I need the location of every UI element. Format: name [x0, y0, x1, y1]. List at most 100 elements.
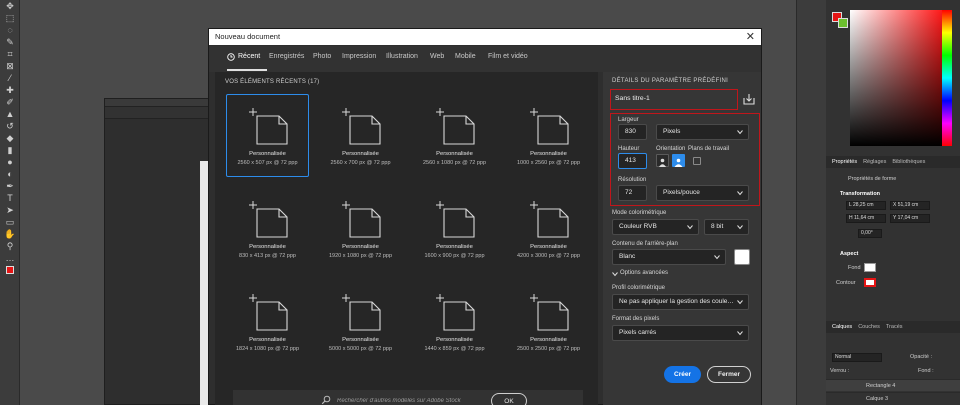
resolution-input[interactable]: 72: [618, 185, 647, 201]
path-select-tool-icon[interactable]: ➤: [0, 204, 20, 216]
bit-depth-select[interactable]: 8 bit: [704, 219, 749, 235]
close-icon[interactable]: ✕: [746, 30, 755, 44]
background-swatch[interactable]: [838, 18, 848, 28]
frame-tool-icon[interactable]: ⊠: [0, 60, 20, 72]
document-icon: [249, 294, 288, 331]
stroke-swatch[interactable]: [864, 278, 876, 287]
quick-select-tool-icon[interactable]: ✎: [0, 36, 20, 48]
color-mode-label: Mode colorimétrique: [612, 210, 667, 216]
x-field[interactable]: X 51,19 cm: [890, 201, 930, 210]
landscape-orientation-button[interactable]: [672, 154, 685, 167]
angle-field[interactable]: 0,00°: [858, 229, 882, 238]
resolution-unit-select[interactable]: Pixels/pouce: [656, 185, 749, 201]
stamp-tool-icon[interactable]: ▲: [0, 108, 20, 120]
document-icon: [249, 201, 288, 238]
chevron-down-icon[interactable]: [612, 271, 618, 277]
color-picker-field[interactable]: [850, 10, 952, 146]
tab-photo[interactable]: Photo: [313, 53, 331, 60]
preset-card[interactable]: Personnalisée 5000 x 5000 px @ 72 ppp: [319, 280, 402, 363]
tab-recent[interactable]: Récent: [238, 53, 260, 60]
color-swatches-icon[interactable]: [0, 264, 20, 276]
history-brush-tool-icon[interactable]: ↺: [0, 120, 20, 132]
color-profile-label: Profil colorimétrique: [612, 285, 666, 291]
tab-saved[interactable]: Enregistrés: [269, 53, 304, 60]
preset-card[interactable]: Personnalisée 1824 x 1080 px @ 72 ppp: [226, 280, 309, 363]
y-field[interactable]: Y 17,04 cm: [890, 214, 930, 223]
preset-card[interactable]: Personnalisée 2500 x 2500 px @ 72 ppp: [507, 280, 590, 363]
marquee-tool-icon[interactable]: ⬚: [0, 12, 20, 24]
move-tool-icon[interactable]: ✥: [0, 0, 20, 12]
hand-tool-icon[interactable]: ✋: [0, 228, 20, 240]
crop-tool-icon[interactable]: ⌗: [0, 48, 20, 60]
tab-channels[interactable]: Couches: [858, 321, 880, 333]
stock-search-input[interactable]: [337, 396, 477, 405]
color-profile-select[interactable]: Ne pas appliquer la gestion des coule…: [612, 294, 749, 310]
create-button[interactable]: Créer: [664, 366, 701, 383]
advanced-options-toggle[interactable]: Options avancées: [620, 270, 668, 276]
preset-card[interactable]: Personnalisée 2560 x 507 px @ 72 ppp: [226, 94, 309, 177]
width-field[interactable]: L 28,25 cm: [846, 201, 886, 210]
type-tool-icon[interactable]: T: [0, 192, 20, 204]
background-content-select[interactable]: Blanc: [612, 249, 726, 265]
chevron-down-icon: [737, 225, 743, 230]
save-preset-icon[interactable]: [743, 93, 755, 105]
portrait-orientation-button[interactable]: [656, 154, 669, 167]
tab-illustration[interactable]: Illustration: [386, 53, 418, 60]
preset-card[interactable]: Personnalisée 2560 x 700 px @ 72 ppp: [319, 94, 402, 177]
preset-card[interactable]: Personnalisée 2560 x 1080 px @ 72 ppp: [413, 94, 496, 177]
color-mode-select[interactable]: Couleur RVB: [612, 219, 699, 235]
tab-libraries[interactable]: Bibliothèques: [892, 156, 925, 168]
clock-icon: [227, 53, 235, 61]
height-input[interactable]: 413: [618, 153, 647, 169]
preset-card[interactable]: Personnalisée 830 x 413 px @ 72 ppp: [226, 187, 309, 270]
layer-row[interactable]: Calque 3: [826, 392, 960, 404]
tab-web[interactable]: Web: [430, 53, 444, 60]
fill-swatch[interactable]: [864, 263, 876, 272]
width-unit-select[interactable]: Pixels: [656, 124, 749, 140]
ok-button[interactable]: OK: [491, 393, 527, 405]
height-field[interactable]: H 11,64 cm: [846, 214, 886, 223]
pixel-format-select[interactable]: Pixels carrés: [612, 325, 749, 341]
tab-adjustments[interactable]: Réglages: [863, 156, 886, 168]
preset-size: 2560 x 700 px @ 72 ppp: [330, 160, 391, 166]
preset-card[interactable]: Personnalisée 1440 x 859 px @ 72 ppp: [413, 280, 496, 363]
brush-tool-icon[interactable]: ✐: [0, 96, 20, 108]
tab-paths[interactable]: Tracés: [886, 321, 903, 333]
document-name-field[interactable]: Sans titre-1: [615, 95, 650, 102]
dodge-tool-icon[interactable]: ◐: [0, 168, 20, 180]
chevron-down-icon: [737, 300, 743, 305]
more-tools-icon[interactable]: …: [0, 252, 20, 264]
tab-layers[interactable]: Calques: [832, 321, 852, 333]
opacity-label: Opacité :: [910, 354, 933, 360]
preset-card[interactable]: Personnalisée 1000 x 2560 px @ 72 ppp: [507, 94, 590, 177]
close-button[interactable]: Fermer: [707, 366, 751, 383]
hue-slider[interactable]: [942, 10, 952, 146]
shape-tool-icon[interactable]: ▭: [0, 216, 20, 228]
healing-tool-icon[interactable]: ✚: [0, 84, 20, 96]
preset-card[interactable]: Personnalisée 4200 x 3000 px @ 72 ppp: [507, 187, 590, 270]
preset-size: 1440 x 859 px @ 72 ppp: [424, 346, 485, 352]
artboards-checkbox[interactable]: [693, 157, 701, 165]
blend-mode-select[interactable]: Normal: [832, 353, 882, 362]
document-icon: [342, 108, 381, 145]
width-input[interactable]: 830: [618, 124, 647, 140]
preset-card[interactable]: Personnalisée 1600 x 900 px @ 72 ppp: [413, 187, 496, 270]
gradient-tool-icon[interactable]: ▮: [0, 144, 20, 156]
background-color-swatch[interactable]: [734, 249, 750, 265]
preset-name: Personnalisée: [436, 151, 473, 157]
properties-tabs: Propriétés Réglages Bibliothèques: [826, 156, 960, 168]
zoom-tool-icon[interactable]: ⚲: [0, 240, 20, 252]
eraser-tool-icon[interactable]: ◆: [0, 132, 20, 144]
tab-mobile[interactable]: Mobile: [455, 53, 476, 60]
pen-tool-icon[interactable]: ✒: [0, 180, 20, 192]
tab-print[interactable]: Impression: [342, 53, 376, 60]
eyedropper-tool-icon[interactable]: ⁄: [0, 72, 20, 84]
preset-card[interactable]: Personnalisée 1920 x 1080 px @ 72 ppp: [319, 187, 402, 270]
layer-row[interactable]: Rectangle 4: [826, 379, 960, 391]
tab-film-video[interactable]: Film et vidéo: [488, 53, 528, 60]
tab-properties[interactable]: Propriétés: [832, 156, 857, 168]
blur-tool-icon[interactable]: ●: [0, 156, 20, 168]
preset-size: 2560 x 507 px @ 72 ppp: [237, 160, 298, 166]
document-icon: [436, 108, 475, 145]
lasso-tool-icon[interactable]: ◌: [0, 24, 20, 36]
